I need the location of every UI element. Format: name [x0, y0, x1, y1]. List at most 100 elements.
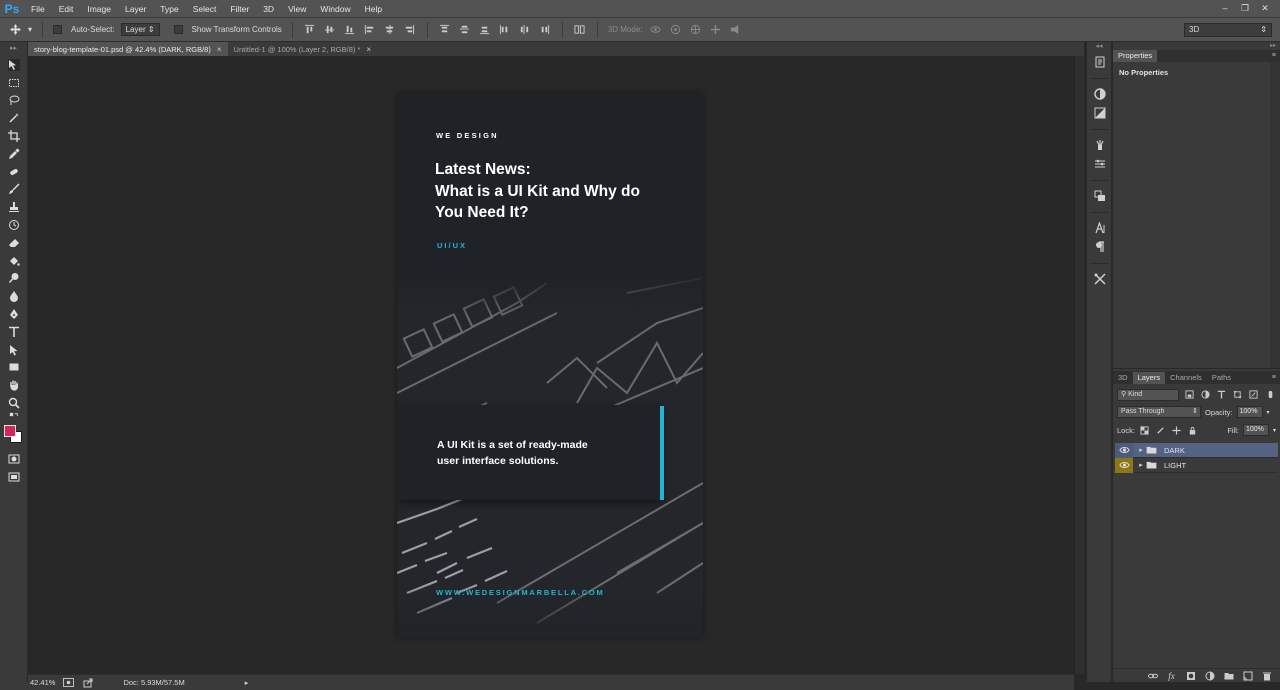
close-icon[interactable]: ✕	[1258, 2, 1272, 14]
lock-position-icon[interactable]	[1171, 424, 1183, 436]
menu-type[interactable]: Type	[153, 0, 185, 18]
paragraph-panel-icon[interactable]	[1087, 237, 1113, 256]
blend-mode-select[interactable]: Pass Through ⇕	[1117, 406, 1201, 418]
slide-3d-icon[interactable]	[709, 23, 723, 37]
filter-shape-icon[interactable]	[1231, 389, 1243, 401]
close-tab-icon[interactable]: ×	[217, 45, 222, 54]
tab-properties[interactable]: Properties	[1113, 50, 1158, 62]
auto-align-icon[interactable]	[573, 23, 587, 37]
clone-stamp-tool-icon[interactable]	[0, 198, 28, 216]
distribute-right-icon[interactable]	[538, 23, 552, 37]
align-right-icon[interactable]	[403, 23, 417, 37]
filter-adjustment-icon[interactable]	[1199, 389, 1211, 401]
new-group-icon[interactable]	[1223, 670, 1234, 681]
panel-menu-icon[interactable]: ≡	[1272, 50, 1280, 62]
link-layers-icon[interactable]	[1147, 670, 1158, 681]
delete-layer-icon[interactable]	[1261, 670, 1272, 681]
menu-3d[interactable]: 3D	[256, 0, 281, 18]
expand-caret-icon[interactable]: ▸	[1136, 461, 1146, 469]
brush-tool-icon[interactable]	[0, 181, 28, 199]
filter-toggle-icon[interactable]	[1264, 389, 1276, 401]
distribute-top-icon[interactable]	[438, 23, 452, 37]
tool-presets-panel-icon[interactable]	[1087, 269, 1113, 288]
zoom-tool-icon[interactable]	[0, 394, 28, 412]
magic-wand-tool-icon[interactable]	[0, 109, 28, 127]
align-top-icon[interactable]	[303, 23, 317, 37]
align-bottom-icon[interactable]	[343, 23, 357, 37]
new-adjustment-layer-icon[interactable]	[1204, 670, 1215, 681]
move-tool-preset-icon[interactable]	[8, 23, 22, 37]
tools-grip-icon[interactable]: ▸▸	[0, 42, 27, 56]
vertical-scrollbar[interactable]	[1074, 56, 1084, 674]
story-artboard[interactable]: WE DESIGN Latest News: What is a UI Kit …	[397, 93, 703, 638]
path-selection-tool-icon[interactable]	[0, 341, 28, 359]
menu-help[interactable]: Help	[358, 0, 389, 18]
distribute-vcenter-icon[interactable]	[458, 23, 472, 37]
distribute-bottom-icon[interactable]	[478, 23, 492, 37]
color-panel-icon[interactable]	[1087, 84, 1113, 103]
new-layer-icon[interactable]	[1242, 670, 1253, 681]
zoom-level[interactable]: 42.41%	[30, 678, 55, 687]
lasso-tool-icon[interactable]	[0, 92, 28, 110]
menu-filter[interactable]: Filter	[223, 0, 256, 18]
healing-brush-tool-icon[interactable]	[0, 163, 28, 181]
pan-3d-icon[interactable]	[689, 23, 703, 37]
share-icon[interactable]	[82, 677, 93, 688]
properties-scrollbar[interactable]	[1270, 62, 1280, 368]
opacity-input[interactable]: 100%	[1236, 406, 1263, 418]
roll-3d-icon[interactable]	[669, 23, 683, 37]
menu-select[interactable]: Select	[186, 0, 224, 18]
history-panel-icon[interactable]	[1087, 52, 1113, 71]
orbit-3d-icon[interactable]	[649, 23, 663, 37]
layer-style-icon[interactable]: fx	[1166, 670, 1177, 681]
status-menu-icon[interactable]: ▸	[245, 679, 249, 687]
brush-panel-icon[interactable]	[1087, 154, 1113, 173]
close-tab-icon[interactable]: ×	[366, 45, 371, 54]
eyedropper-tool-icon[interactable]	[0, 145, 28, 163]
pen-tool-icon[interactable]	[0, 305, 28, 323]
opacity-slider-icon[interactable]: ▾	[1267, 409, 1270, 416]
menu-view[interactable]: View	[281, 0, 313, 18]
crop-tool-icon[interactable]	[0, 127, 28, 145]
menu-image[interactable]: Image	[80, 0, 118, 18]
tab-3d[interactable]: 3D	[1113, 372, 1133, 384]
blur-tool-icon[interactable]	[0, 287, 28, 305]
swap-colors-icon[interactable]	[0, 412, 28, 422]
adjustments-panel-icon[interactable]	[1087, 103, 1113, 122]
layer-group-light[interactable]: ▸ LIGHT	[1115, 457, 1278, 473]
filter-smart-object-icon[interactable]	[1247, 389, 1259, 401]
type-tool-icon[interactable]	[0, 323, 28, 341]
dock-grip-icon[interactable]: ◂◂	[1087, 42, 1111, 52]
rectangle-tool-icon[interactable]	[0, 359, 28, 377]
filter-type-icon[interactable]	[1215, 389, 1227, 401]
menu-edit[interactable]: Edit	[52, 0, 81, 18]
lock-transparency-icon[interactable]	[1139, 424, 1151, 436]
lock-pixels-icon[interactable]	[1155, 424, 1167, 436]
document-tab[interactable]: Untitled-1 @ 100% (Layer 2, RGB/8) * ×	[228, 42, 378, 56]
clone-source-panel-icon[interactable]	[1087, 186, 1113, 205]
distribute-left-icon[interactable]	[498, 23, 512, 37]
hand-tool-icon[interactable]	[0, 376, 28, 394]
layer-group-dark[interactable]: ▸ DARK	[1115, 442, 1278, 458]
panel-menu-icon[interactable]: ≡	[1272, 372, 1280, 384]
document-tab[interactable]: story-blog-template-01.psd @ 42.4% (DARK…	[28, 42, 228, 56]
align-hcenter-icon[interactable]	[383, 23, 397, 37]
auto-select-target-select[interactable]: Layer ⇕	[120, 23, 160, 36]
menu-layer[interactable]: Layer	[118, 0, 153, 18]
layer-filter-select[interactable]: ⚲ Kind	[1117, 388, 1179, 401]
dodge-tool-icon[interactable]	[0, 270, 28, 288]
restore-icon[interactable]: ❐	[1238, 2, 1252, 14]
tab-paths[interactable]: Paths	[1207, 372, 1236, 384]
paint-bucket-tool-icon[interactable]	[0, 252, 28, 270]
fill-slider-icon[interactable]: ▾	[1273, 427, 1276, 434]
preset-caret-icon[interactable]: ▾	[28, 25, 32, 34]
move-tool-icon[interactable]	[0, 56, 28, 74]
lock-all-icon[interactable]	[1187, 424, 1199, 436]
panel-collapse-icon[interactable]: ▸▸	[1113, 42, 1280, 50]
brush-presets-panel-icon[interactable]	[1087, 135, 1113, 154]
tab-channels[interactable]: Channels	[1165, 372, 1207, 384]
visibility-eye-icon[interactable]	[1115, 442, 1133, 458]
expand-caret-icon[interactable]: ▸	[1136, 446, 1146, 454]
auto-select-checkbox[interactable]	[53, 25, 63, 34]
screen-mode-icon[interactable]	[0, 468, 28, 486]
